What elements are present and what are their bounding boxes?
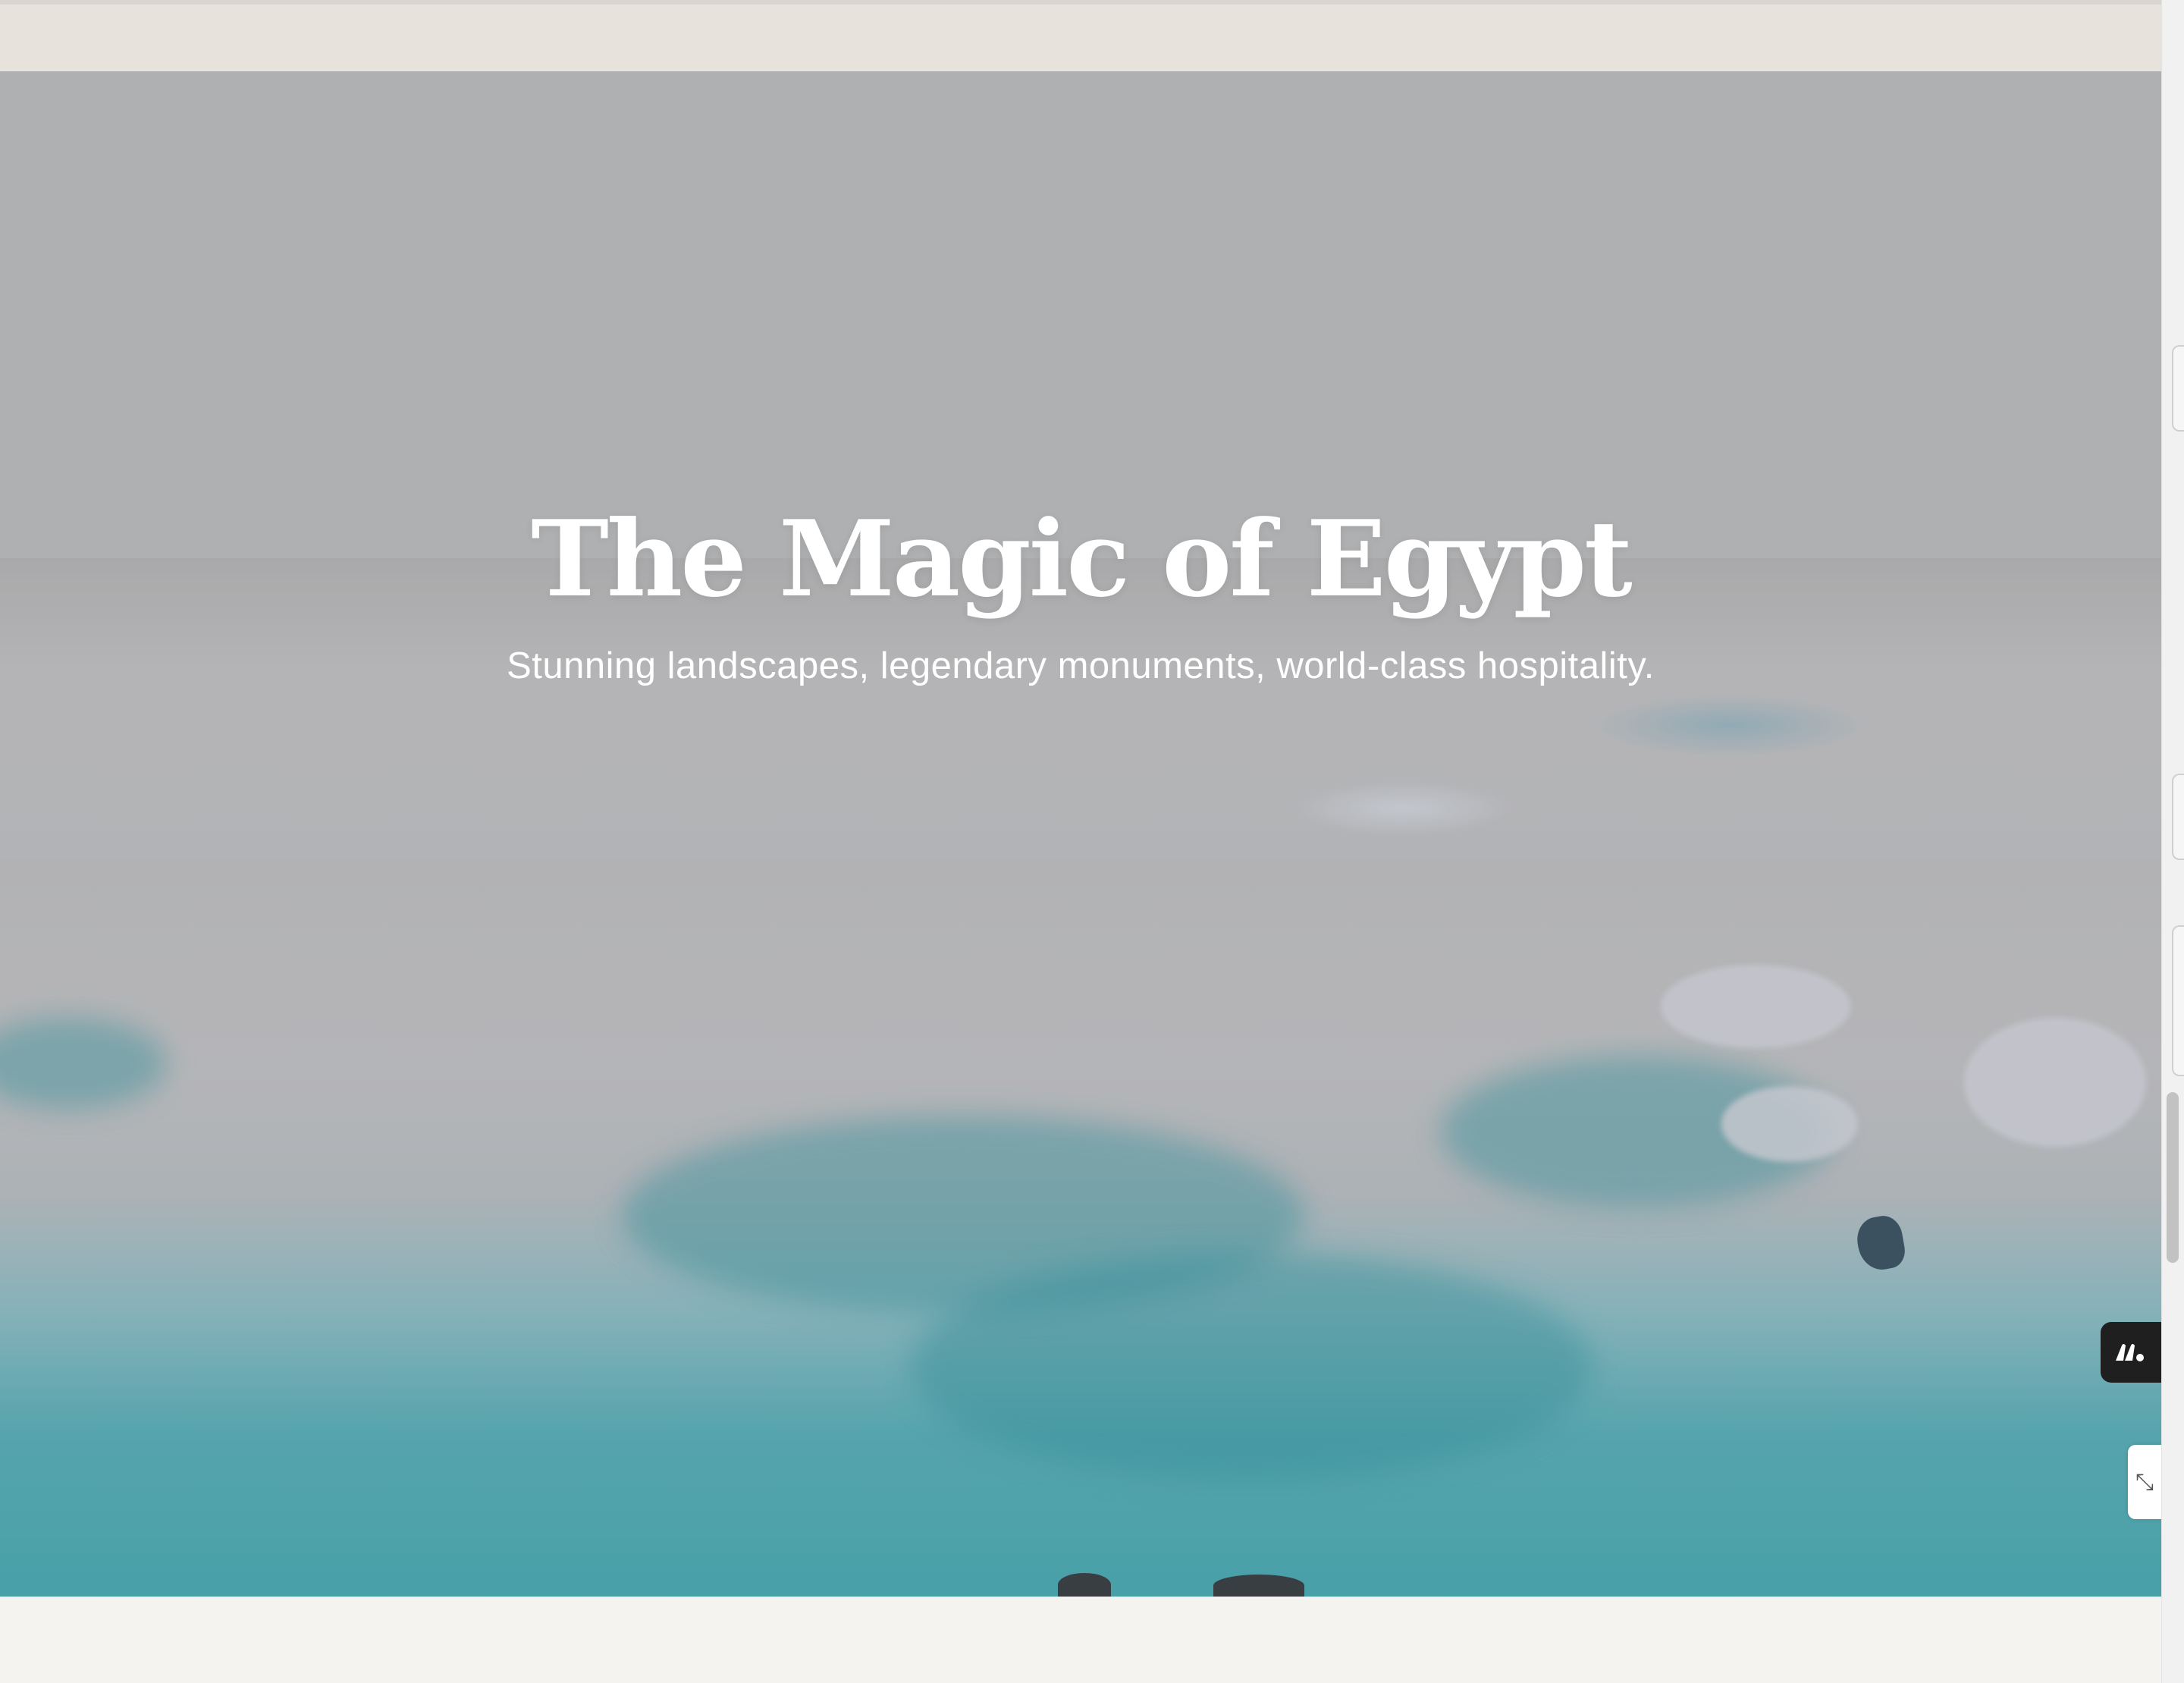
- resize-widget-button[interactable]: ⤡: [2128, 1445, 2161, 1519]
- top-header-bar: [0, 0, 2161, 71]
- hero-section: The Magic of Egypt Stunning landscapes, …: [0, 71, 2161, 1597]
- hero-content: The Magic of Egypt Stunning landscapes, …: [0, 496, 2161, 687]
- hero-title: The Magic of Egypt: [531, 497, 1633, 620]
- side-tab[interactable]: [2172, 774, 2184, 860]
- resize-handle-icon: ⤡: [2135, 1468, 2154, 1496]
- brand-widget-button[interactable]: [2101, 1322, 2161, 1383]
- scrollbar-thumb[interactable]: [2167, 1092, 2179, 1263]
- hero-subtitle: Stunning landscapes, legendary monuments…: [507, 645, 1655, 686]
- brand-logo-icon: [2116, 1344, 2144, 1361]
- side-tab[interactable]: [2172, 345, 2184, 432]
- hero-overlay: [0, 71, 2161, 1597]
- page: The Magic of Egypt Stunning landscapes, …: [0, 0, 2184, 1683]
- side-tab[interactable]: [2172, 925, 2184, 1076]
- page-section-below-hero: [0, 1597, 2161, 1683]
